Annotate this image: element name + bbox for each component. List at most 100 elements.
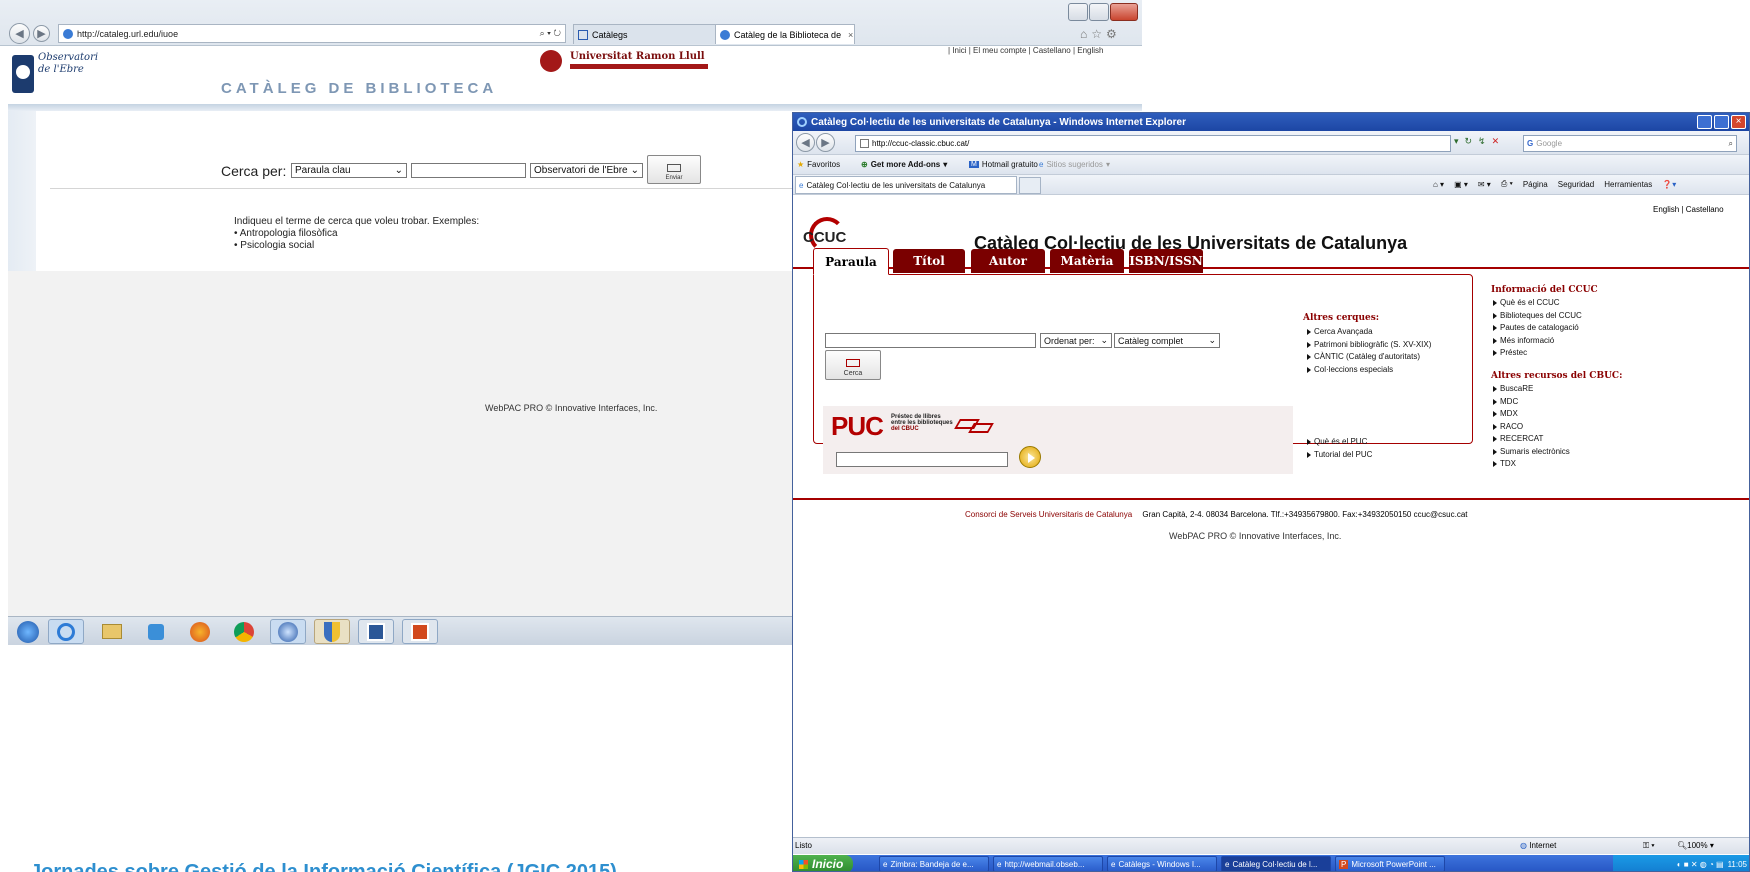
info-ccuc-title: Informació del CCUC [1491,285,1598,295]
term-input[interactable] [825,333,1036,348]
chevron-down-icon: ⌄ [630,165,639,176]
search-type-select[interactable]: Paraula clau ⌄ [291,163,407,178]
back-icon[interactable]: ◀ [9,23,30,44]
resource-link[interactable]: MDC [1493,396,1570,409]
tab-paraula[interactable]: Paraula [813,248,889,275]
ie-icon [797,117,807,127]
resource-link[interactable]: BuscaRE [1493,383,1570,396]
suggested-sites-link[interactable]: e Sitios sugeridos ▾ [1039,160,1110,169]
order-select[interactable]: Ordenat per: ⌄ [1040,333,1112,348]
search-button[interactable]: Cerca [825,350,881,380]
taskbar-webmail[interactable]: e http://webmail.obseb... [993,856,1103,871]
address-bar[interactable]: http://ccuc-classic.cbuc.cat/ [855,135,1451,152]
help-icon[interactable]: ❓▾ [1662,180,1676,189]
tab-materia[interactable]: Matèria [1050,249,1124,273]
hotmail-link[interactable]: M Hotmail gratuito [969,160,1038,169]
security-menu[interactable]: Seguridad [1558,180,1594,189]
start-button[interactable]: Inicio [793,855,853,871]
resource-link[interactable]: RACO [1493,421,1570,434]
search-refresh-icon[interactable]: ⌕ ▾ ↻ [540,28,565,39]
resource-link[interactable]: TDX [1493,458,1570,471]
triangle-icon [1493,386,1497,393]
minimize-button[interactable] [1068,3,1088,21]
zoom-control[interactable]: 🔍︎100% ▾ [1677,841,1714,850]
forward-icon[interactable]: ▶ [33,25,50,42]
close-tab-icon[interactable]: × [848,30,853,40]
word-icon[interactable] [358,619,394,644]
close-icon[interactable]: × [1731,115,1746,129]
tab-isbn[interactable]: ISBN/ISSN [1129,249,1203,273]
triangle-icon [1307,366,1311,373]
ie-icon: e [1111,859,1116,869]
file-explorer-icon[interactable] [94,619,130,644]
puc-search-input[interactable] [836,452,1008,467]
home-star-gear-icons[interactable]: ⌂☆⚙ [1080,27,1121,41]
maximize-button[interactable] [1089,3,1109,21]
back-icon[interactable]: ◀ [796,133,815,152]
restore-button[interactable] [1714,115,1729,129]
command-bar[interactable]: ⌂ ▾ ▣ ▾ ✉ ▾ ⎙ ▾ Página Seguridad Herrami… [1433,179,1676,189]
resource-link[interactable]: MDX [1493,408,1570,421]
other-search-link[interactable]: Col·leccions especials [1307,364,1431,377]
info-link[interactable]: Préstec [1493,347,1582,360]
protected-mode-icon[interactable]: ⚿ ▾ [1643,841,1655,851]
help-example: • Antropologia filosòfica [234,228,338,239]
chrome-icon[interactable] [226,619,262,644]
media-player-icon[interactable] [138,619,174,644]
tab-catalegs[interactable]: Catàlegs [573,24,723,44]
address-bar[interactable]: http://cataleg.url.edu/iuoe ⌕ ▾ ↻ [58,24,566,43]
new-tab-button[interactable] [1019,177,1041,194]
tab-cataleg-biblioteca[interactable]: Catàleg de la Biblioteca de l... × [715,24,855,44]
powerpoint-icon[interactable] [402,619,438,644]
consortium-link[interactable]: Consorci de Serveis Universitaris de Cat… [965,510,1132,519]
forward-icon[interactable]: ▶ [816,133,835,152]
taskbar-catalegs[interactable]: e Catàlegs - Windows I... [1107,856,1217,871]
search-box[interactable]: G Google ⌕ [1523,135,1737,152]
favorites-button[interactable]: ★ Favoritos [797,160,840,169]
other-search-link[interactable]: CÀNTIC (Catàleg d'autoritats) [1307,351,1431,364]
firefox-icon[interactable] [182,619,218,644]
tab-titol[interactable]: Títol [893,249,965,273]
info-link[interactable]: Pautes de catalogació [1493,322,1582,335]
tray-icons[interactable]: ◐ ■ ✕ ◍ ◔ ▤ [1677,860,1724,869]
refresh-stop-icons[interactable]: ▾↻↯✕ [1454,136,1505,147]
security-shield-icon[interactable] [314,619,350,644]
triangle-icon [1493,350,1497,357]
info-link[interactable]: Biblioteques del CCUC [1493,310,1582,323]
language-links[interactable]: English | Castellano [1653,205,1724,214]
go-arrow-icon[interactable] [1019,446,1041,468]
other-search-link[interactable]: Cerca Avançada [1307,326,1431,339]
info-link[interactable]: Més informació [1493,335,1582,348]
tab-label: Catàlegs [592,29,628,40]
search-term-input[interactable] [411,163,526,178]
close-button[interactable] [1110,3,1138,21]
tab-autor[interactable]: Autor [971,249,1045,273]
catalog-select[interactable]: Catàleg complet ⌄ [1114,333,1220,348]
taskbar-zimbra[interactable]: e Zimbra: Bandeja de e... [879,856,989,871]
puc-logo: PUC [831,411,884,441]
taskbar-powerpoint[interactable]: P Microsoft PowerPoint ... [1335,856,1445,871]
search-scope-select[interactable]: Observatori de l'Ebre ⌄ [530,163,643,178]
resource-link[interactable]: Sumaris electrònics [1493,446,1570,459]
other-search-link[interactable]: Patrimoni bibliogràfic (S. XV-XIX) [1307,339,1431,352]
windows-start-icon[interactable] [10,619,46,644]
get-addons-link[interactable]: ⊕ Get more Add-ons ▾ [861,160,947,169]
tab-ccuc[interactable]: e Catàleg Col·lectiu de les universitats … [795,176,1017,194]
search-icon[interactable]: ⌕ [1729,139,1736,149]
minimize-button[interactable] [1697,115,1712,129]
puc-link[interactable]: Què és el PUC [1307,436,1372,449]
feeds-icon[interactable]: ▣ ▾ [1454,180,1468,189]
puc-link[interactable]: Tutorial del PUC [1307,449,1372,462]
resource-link[interactable]: RECERCAT [1493,433,1570,446]
send-button[interactable]: Enviar [647,155,701,184]
tools-menu[interactable]: Herramientas [1604,180,1652,189]
page-menu[interactable]: Página [1523,180,1548,189]
taskbar-ccuc[interactable]: e Catàleg Col·lectiu de l... [1221,856,1331,871]
mail-icon[interactable]: ✉ ▾ [1478,180,1491,189]
print-icon[interactable]: ⎙ ▾ [1501,179,1513,189]
top-links[interactable]: | Inici | El meu compte | Castellano | E… [948,46,1104,55]
info-link[interactable]: Què és el CCUC [1493,297,1582,310]
internet-explorer-icon[interactable] [48,619,84,644]
home-icon[interactable]: ⌂ ▾ [1433,180,1444,189]
thunderbird-icon[interactable] [270,619,306,644]
